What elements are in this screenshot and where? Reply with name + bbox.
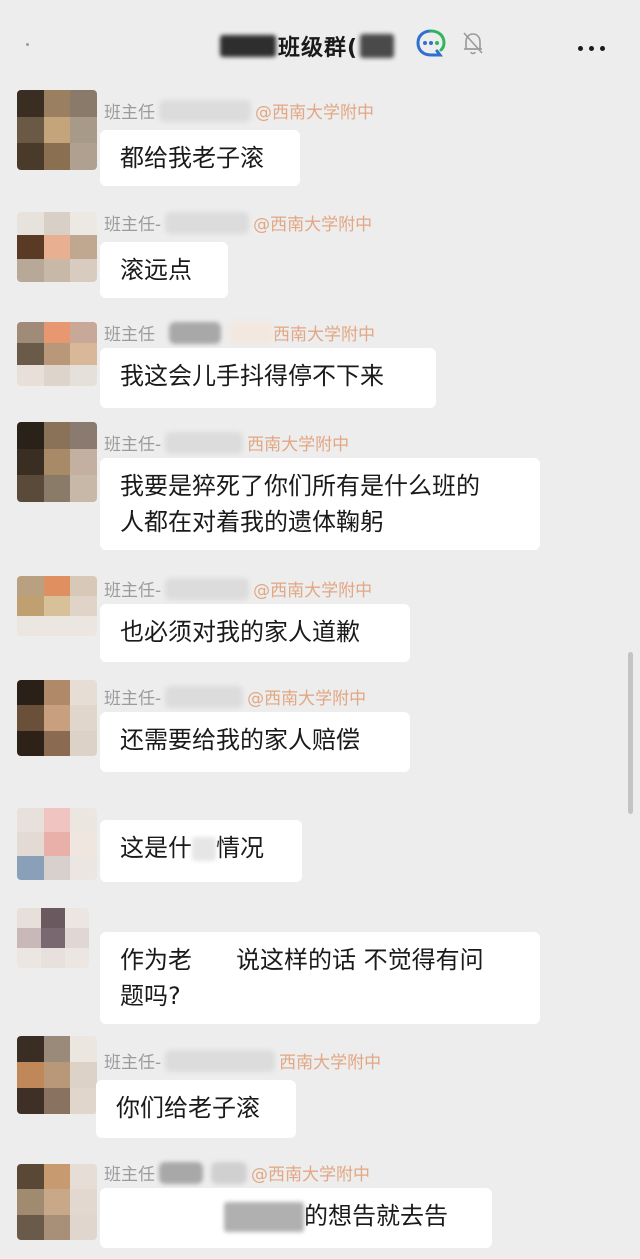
- redacted-text: [224, 1202, 304, 1232]
- sender-role: 班主任-: [104, 689, 162, 709]
- avatar[interactable]: [17, 422, 97, 502]
- sender-name: 班主任- @西南大学附中: [104, 210, 372, 235]
- sender-school: @西南大学附中: [247, 689, 367, 709]
- avatar[interactable]: [17, 808, 97, 880]
- chat-title-area: 班级群(: [220, 26, 395, 66]
- sender-role: 班主任: [104, 103, 155, 123]
- sender-role: 班主任-: [104, 1053, 162, 1073]
- redacted-name: [211, 1161, 247, 1184]
- message-text: 还需要给我的家人赔偿: [120, 726, 360, 754]
- redacted-title-prefix: [220, 35, 276, 57]
- sender-name: 班主任- 西南大学附中: [104, 430, 349, 455]
- avatar[interactable]: [17, 322, 97, 386]
- message-bubble[interactable]: 这是什 情况: [100, 820, 302, 882]
- message-text: 我这会儿手抖得停不下来: [120, 362, 384, 390]
- sender-role: 班主任-: [104, 435, 162, 455]
- message-bubble[interactable]: 也必须对我的家人道歉: [100, 604, 410, 662]
- chat-header: 班级群(: [0, 0, 640, 82]
- message-text: 你们给老子滚: [116, 1094, 260, 1122]
- sender-school: @西南大学附中: [255, 103, 374, 123]
- redacted-name: [159, 99, 251, 122]
- message-bubble[interactable]: 我要是猝死了你们所有是什么班的 人都在对着我的遗体鞠躬: [100, 458, 540, 550]
- sender-name: 班主任- @西南大学附中: [104, 684, 366, 709]
- message-bubble[interactable]: 的想告就去告: [100, 1188, 492, 1248]
- sender-name: 班主任 @西南大学附中: [104, 1160, 370, 1185]
- customer-service-icon[interactable]: [414, 27, 448, 61]
- message-text: 作为老: [120, 946, 192, 974]
- sender-school: @西南大学附中: [253, 581, 373, 601]
- avatar[interactable]: [17, 680, 97, 756]
- redacted-text: [192, 947, 236, 975]
- avatar[interactable]: [17, 90, 97, 170]
- mute-bell-icon[interactable]: [462, 30, 484, 56]
- avatar[interactable]: [17, 212, 97, 282]
- sender-school: 西南大学附中: [247, 435, 350, 455]
- sender-role: 班主任: [104, 325, 155, 345]
- back-button[interactable]: [26, 43, 29, 46]
- message-bubble[interactable]: 我这会儿手抖得停不下来: [100, 348, 436, 408]
- redacted-name: [165, 685, 244, 708]
- sender-name: 班主任- @西南大学附中: [104, 576, 372, 601]
- sender-name: 班主任- 西南大学附中: [104, 1048, 381, 1073]
- redacted-name: [229, 321, 273, 344]
- redacted-text: [192, 837, 216, 861]
- redacted-name: [165, 1049, 276, 1072]
- redacted-text: [120, 1203, 200, 1231]
- redacted-title-suffix: [360, 34, 395, 58]
- scrollbar[interactable]: [628, 652, 633, 814]
- redacted-name: [165, 577, 250, 600]
- message-bubble[interactable]: 还需要给我的家人赔偿: [100, 712, 410, 772]
- message-text: 的想告就去告: [304, 1202, 448, 1230]
- message-bubble[interactable]: 作为老 说这样的话 不觉得有问 题吗?: [100, 932, 540, 1024]
- message-bubble[interactable]: 滚远点: [100, 242, 228, 298]
- message-text: 情况: [216, 834, 264, 862]
- avatar[interactable]: [17, 576, 97, 636]
- sender-name: 班主任 @西南大学附中: [104, 98, 374, 123]
- more-icon[interactable]: [578, 36, 612, 51]
- sender-school: @西南大学附中: [251, 1165, 370, 1185]
- sender-school: 西南大学附中: [279, 1053, 382, 1073]
- message-text: 都给我老子滚: [120, 144, 264, 172]
- message-text: 也必须对我的家人道歉: [120, 618, 360, 646]
- redacted-name: [165, 431, 244, 454]
- sender-name: 班主任 西南大学附中: [104, 320, 375, 345]
- sender-role: 班主任-: [104, 215, 162, 235]
- message-text-line: 题吗?: [120, 982, 181, 1010]
- avatar[interactable]: [17, 1036, 97, 1114]
- redacted-name: [165, 211, 250, 234]
- avatar[interactable]: [17, 908, 89, 968]
- message-text: 滚远点: [120, 256, 192, 284]
- message-bubble[interactable]: 都给我老子滚: [100, 130, 300, 186]
- avatar[interactable]: [17, 1164, 97, 1240]
- message-text-line: 我要是猝死了你们所有是什么班的: [120, 472, 480, 500]
- chat-title: 班级群(: [278, 36, 359, 61]
- message-text: 说这样的话 不觉得有问: [236, 946, 484, 974]
- sender-role: 班主任-: [104, 581, 162, 601]
- sender-school: 西南大学附中: [273, 325, 375, 345]
- message-text-line: 人都在对着我的遗体鞠躬: [120, 508, 384, 536]
- message-bubble[interactable]: 你们给老子滚: [96, 1080, 296, 1138]
- sender-role: 班主任: [104, 1165, 155, 1185]
- message-text: 这是什: [120, 834, 192, 862]
- sender-school: @西南大学附中: [253, 215, 373, 235]
- redacted-name: [169, 321, 221, 344]
- redacted-name: [159, 1161, 203, 1184]
